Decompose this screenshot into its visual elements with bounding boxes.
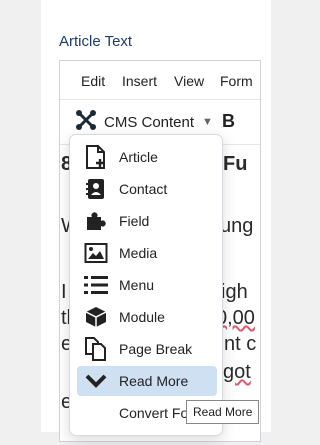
blank-icon [83,400,109,426]
contact-card-icon [83,176,109,202]
content-text: ung [220,215,254,237]
menu-view[interactable]: View [174,73,204,89]
copy-pages-icon [83,336,109,362]
chevron-down-icon [83,368,109,394]
content-text: Fu [223,153,248,175]
content-text: nt c [224,333,257,355]
dropdown-item-read-more[interactable]: Read More [77,366,217,396]
dropdown-item-label: Field [119,213,150,229]
chevron-down-icon: ▼ [202,116,213,128]
puzzle-icon [83,208,109,234]
cms-content-label: CMS Content [104,113,195,131]
bold-button[interactable]: B [222,111,235,132]
dropdown-item-label: Menu [119,277,155,293]
field-label: Article Text [59,33,133,50]
dropdown-item-label: Contact [119,181,168,197]
menu-edit[interactable]: Edit [81,73,105,89]
dropdown-item-label: Module [119,309,165,325]
dropdown-item-contact[interactable]: Contact [77,174,217,204]
content-text: got [223,361,251,383]
cms-content-button[interactable]: CMS Content ▼ [74,108,213,136]
dropdown-item-page-break[interactable]: Page Break [77,334,217,364]
dropdown-item-module[interactable]: Module [77,302,217,332]
image-icon [83,240,109,266]
dropdown-item-media[interactable]: Media [77,238,217,268]
tooltip: Read More [186,400,260,424]
content-text: igh [221,281,248,303]
joomla-logo-icon [74,108,98,136]
dropdown-item-field[interactable]: Field [77,206,217,236]
list-icon [83,272,109,298]
content-text: I [61,281,67,303]
dropdown-item-label: Convert Fo [119,405,189,421]
dropdown-item-article[interactable]: Article [77,142,217,172]
dropdown-item-label: Page Break [119,341,193,357]
dropdown-item-label: Article [119,149,158,165]
editor-menubar: Edit Insert View Form [60,61,260,100]
dropdown-item-label: Read More [119,373,189,389]
cms-content-dropdown: Article Contact Field Media Menu Module [69,134,223,436]
menu-insert[interactable]: Insert [122,73,157,89]
document-plus-icon [83,144,109,170]
dropdown-item-menu[interactable]: Menu [77,270,217,300]
menu-format[interactable]: Form [220,73,253,89]
cube-icon [83,304,109,330]
dropdown-item-label: Media [119,245,158,261]
